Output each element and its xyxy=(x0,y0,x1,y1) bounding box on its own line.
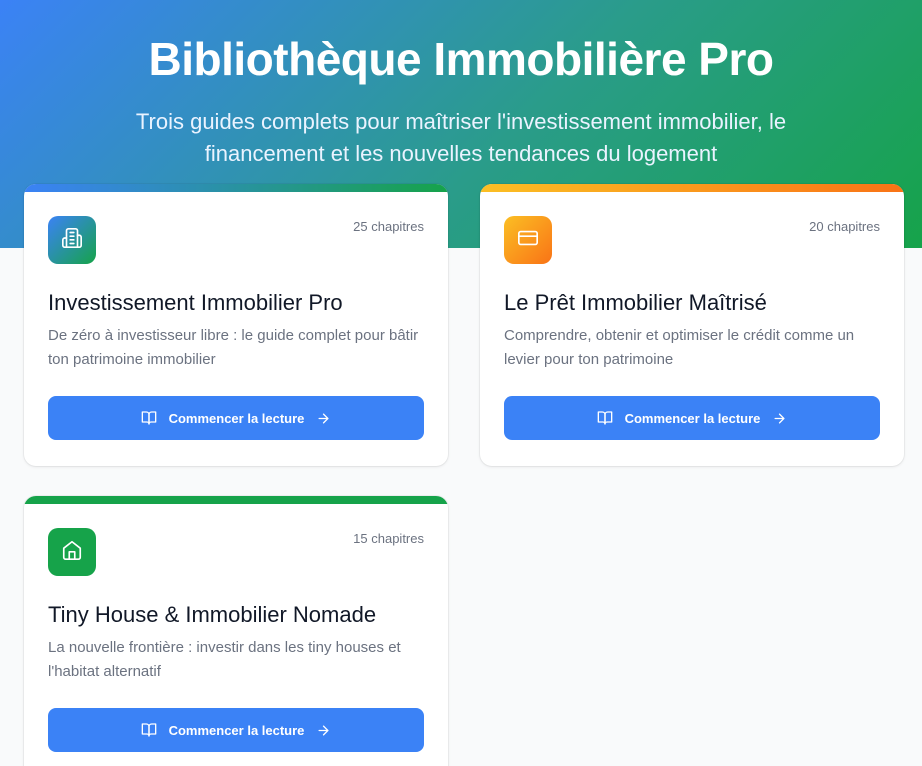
book-card-investissement: 25 chapitres Investissement Immobilier P… xyxy=(24,184,448,466)
start-reading-button[interactable]: Commencer la lecture xyxy=(504,396,880,440)
page-title: Bibliothèque Immobilière Pro xyxy=(148,33,774,85)
book-icon-container xyxy=(48,216,96,264)
book-open-icon xyxy=(141,722,157,738)
card-accent-bar xyxy=(480,184,904,192)
book-open-icon xyxy=(141,410,157,426)
book-title: Le Prêt Immobilier Maîtrisé xyxy=(504,290,767,315)
arrow-right-icon xyxy=(316,723,331,738)
card-accent-bar xyxy=(24,184,448,192)
card-accent-bar xyxy=(24,496,448,504)
book-description: Comprendre, obtenir et optimiser le créd… xyxy=(504,327,855,368)
start-reading-button[interactable]: Commencer la lecture xyxy=(48,708,424,752)
home-icon xyxy=(61,539,83,566)
book-title: Tiny House & Immobilier Nomade xyxy=(48,602,377,627)
page-subtitle: Trois guides complets pour maîtriser l'i… xyxy=(135,109,787,166)
book-card-pret: 20 chapitres Le Prêt Immobilier Maîtrisé… xyxy=(480,184,904,466)
credit-card-icon xyxy=(517,227,539,254)
chapter-count: 20 chapitres xyxy=(809,219,880,234)
start-reading-button[interactable]: Commencer la lecture xyxy=(48,396,424,440)
chapter-count: 25 chapitres xyxy=(353,219,424,234)
book-icon-container xyxy=(48,528,96,576)
arrow-right-icon xyxy=(316,411,331,426)
button-label: Commencer la lecture xyxy=(168,410,305,426)
arrow-right-icon xyxy=(772,411,787,426)
chapter-count: 15 chapitres xyxy=(353,531,424,546)
book-description: La nouvelle frontière : investir dans le… xyxy=(48,639,401,680)
book-open-icon xyxy=(597,410,613,426)
book-card-tiny-house: 15 chapitres Tiny House & Immobilier Nom… xyxy=(24,496,448,766)
button-label: Commencer la lecture xyxy=(624,410,761,426)
building-icon xyxy=(61,227,83,254)
book-title: Investissement Immobilier Pro xyxy=(48,290,343,315)
book-icon-container xyxy=(504,216,552,264)
button-label: Commencer la lecture xyxy=(168,722,305,738)
book-description: De zéro à investisseur libre : le guide … xyxy=(48,327,419,368)
